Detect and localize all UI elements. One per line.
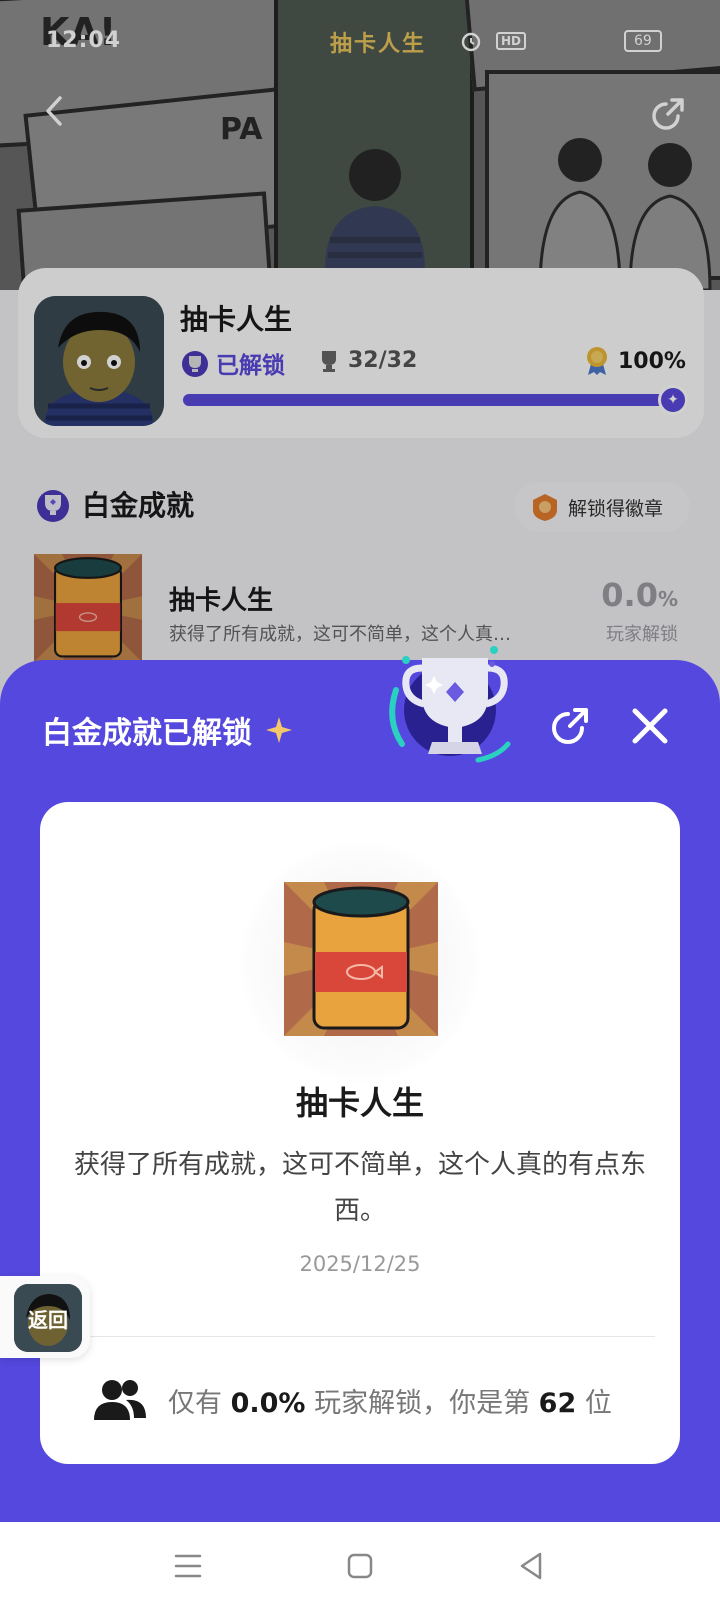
menu-icon[interactable] — [168, 1546, 208, 1586]
card-achievement-name: 抽卡人生 — [295, 1084, 424, 1122]
game-avatar — [34, 296, 164, 426]
share-icon[interactable] — [546, 702, 594, 750]
back-icon[interactable] — [512, 1546, 552, 1586]
achievement-image — [284, 882, 438, 1036]
platinum-section-header: 白金成就 — [34, 484, 194, 524]
status-title: 抽卡人生 — [330, 32, 427, 57]
achievement-name: 抽卡人生 — [169, 586, 274, 616]
platinum-trophy-icon — [182, 351, 208, 377]
trophy-count: 32/32 — [318, 348, 417, 373]
card-achievement-description: 获得了所有成就，这可不简单，这个人真的有点东西。 — [73, 1150, 646, 1226]
platinum-unlock-sheet: 白金成就已解锁 抽卡人生 获得了所有成就，这可不简单，这个人真的有点东西。 20… — [0, 646, 720, 1522]
section-title: 白金成就 — [82, 489, 195, 522]
unlock-badge-button[interactable]: 解锁得徽章 — [514, 482, 690, 532]
alarm-icon — [461, 32, 481, 52]
progress-fill: ✦ — [183, 385, 688, 415]
divider — [65, 1336, 655, 1337]
achievement-thumbnail — [34, 554, 142, 662]
game-title: 抽卡人生 — [180, 303, 293, 336]
unlock-stats: 仅有 0.0% 玩家解锁，你是第 62 位 — [94, 1370, 654, 1430]
game-info-card: 抽卡人生 已解锁 32/32 100% ✦ — [18, 268, 704, 438]
share-icon[interactable] — [648, 94, 688, 134]
foot-suffix: 位 — [584, 1387, 612, 1419]
unlock-stats-text: 仅有 0.0% 玩家解锁，你是第 62 位 — [168, 1381, 612, 1420]
unlock-badge-label: 解锁得徽章 — [568, 497, 664, 520]
progress-knob-icon: ✦ — [658, 385, 688, 415]
unlocked-status: 已解锁 — [180, 346, 285, 380]
status-icons: HD 69 — [460, 30, 662, 52]
completion-value: 100% — [618, 348, 686, 374]
achievement-rate-value: 0.0 — [601, 576, 658, 614]
achievement-rate: 0.0% — [601, 576, 678, 614]
achievement-rate-label: 玩家解锁 — [606, 624, 678, 645]
floating-return-avatar: 返回 — [14, 1284, 82, 1352]
sheet-title-text: 白金成就已解锁 — [42, 716, 252, 751]
comic-banner: KA! PA 12:04 抽卡人生 HD 69 — [0, 0, 720, 290]
back-arrow-icon[interactable] — [38, 94, 72, 128]
achievement-detail-card: 抽卡人生 获得了所有成就，这可不简单，这个人真的有点东西。 2025/12/25… — [40, 802, 680, 1464]
trophy-count-value: 32/32 — [348, 348, 418, 373]
users-icon — [94, 1380, 146, 1420]
screen: KA! PA 12:04 抽卡人生 HD 69 抽卡人生 已解锁 32/32 1… — [0, 0, 720, 1610]
floating-return-label: 返回 — [28, 1308, 68, 1332]
system-nav-bar — [0, 1522, 720, 1610]
foot-middle: 玩家解锁，你是第 — [314, 1387, 531, 1419]
sheet-title: 白金成就已解锁 — [42, 708, 294, 752]
status-time: 12:04 — [46, 28, 122, 53]
platinum-trophy-icon — [37, 490, 69, 522]
foot-prefix: 仅有 — [168, 1387, 222, 1419]
home-icon[interactable] — [340, 1546, 380, 1586]
floating-return-button[interactable]: 返回 — [0, 1276, 90, 1358]
battery-indicator: 69 — [624, 30, 662, 52]
medal-icon — [587, 347, 607, 375]
completion-percent: 100% — [584, 346, 686, 376]
foot-rank: 62 — [538, 1387, 577, 1419]
unlocked-label: 已解锁 — [216, 353, 285, 379]
close-icon[interactable] — [630, 706, 670, 746]
progress-bar: ✦ — [183, 385, 688, 415]
unlock-date: 2025/12/25 — [299, 1252, 421, 1276]
trophy-icon — [322, 350, 336, 372]
foot-rate: 0.0% — [230, 1387, 306, 1419]
sparkle-icon — [266, 717, 292, 743]
hd-badge: HD — [496, 32, 527, 50]
badge-icon — [533, 494, 557, 521]
achievement-rate-unit: % — [657, 587, 678, 611]
trophy-illustration-icon — [389, 646, 511, 763]
achievement-row[interactable]: 抽卡人生 获得了所有成就，这可不简单，这个人真… 0.0% 玩家解锁 — [34, 554, 694, 664]
